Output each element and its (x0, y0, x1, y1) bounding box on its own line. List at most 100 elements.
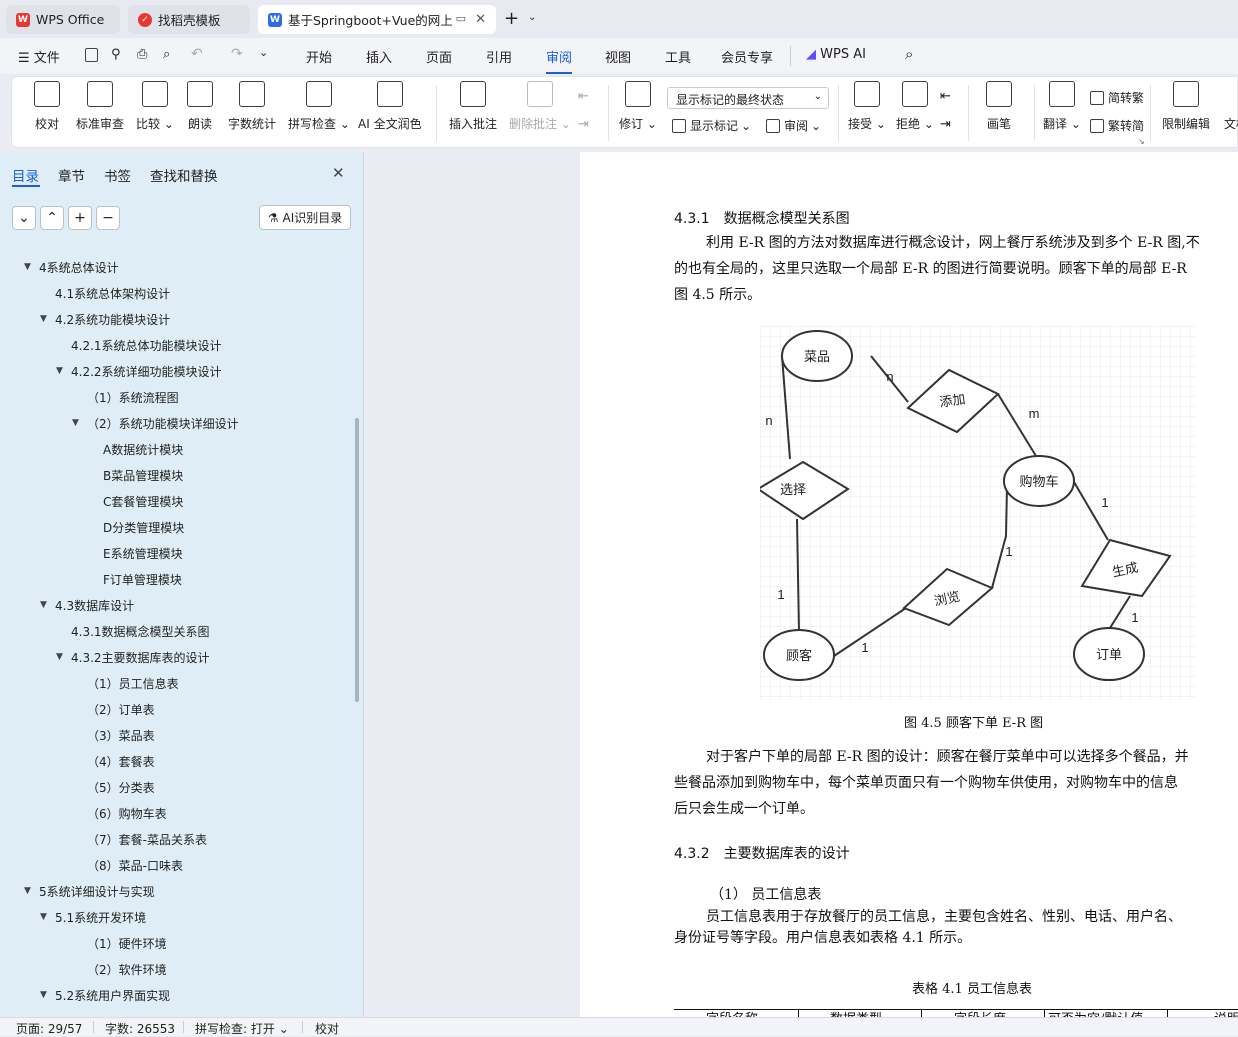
simplified-to-traditional-button[interactable]: 简转繁 (1090, 89, 1144, 106)
tab-template[interactable]: ✓ 找稻壳模板 (128, 5, 250, 34)
new-tab-plus-icon[interactable]: + (504, 8, 519, 29)
sidebar-tab-toc[interactable]: 目录 (12, 165, 39, 185)
expand-up-button[interactable]: ⌃ (40, 206, 64, 230)
toc-item[interactable]: （7）套餐-菜品关系表 (87, 831, 207, 848)
toc-item[interactable]: 5.1系统开发环境 (55, 909, 146, 926)
toc-item[interactable]: （8）菜品-口味表 (87, 857, 183, 874)
menu-insert[interactable]: 插入 (366, 47, 392, 66)
quick-access-more-icon[interactable]: ⌄ (259, 46, 268, 59)
remove-heading-button[interactable]: − (96, 206, 120, 230)
ai-recognize-toc-button[interactable]: ⚗ AI识别目录 (259, 205, 351, 230)
toc-item[interactable]: B菜品管理模块 (103, 467, 183, 484)
word-count-indicator[interactable]: 字数: 26553 (105, 1020, 175, 1037)
print-icon[interactable]: ⎙ (137, 47, 147, 62)
monitor-icon[interactable]: ▭ (456, 12, 466, 25)
toc-item[interactable]: （2）系统功能模块详细设计 (87, 415, 239, 432)
word-count-button[interactable]: 字数统计 (228, 81, 276, 132)
tab-wps-office[interactable]: W WPS Office (6, 5, 120, 34)
expand-triangle-icon[interactable]: ▼ (40, 990, 47, 1000)
proofread-button[interactable]: 校对 (34, 81, 60, 132)
toc-item[interactable]: （2）软件环境 (87, 961, 167, 978)
toc-item[interactable]: D分类管理模块 (103, 519, 184, 536)
translate-button[interactable]: 翻译 ⌄ (1043, 81, 1081, 132)
pen-button[interactable]: 画笔 (986, 81, 1012, 132)
toc-item[interactable]: 4.2系统功能模块设计 (55, 311, 170, 328)
spell-check-indicator[interactable]: 拼写检查: 打开 ⌄ (195, 1020, 289, 1037)
tab-document[interactable]: W 基于Springboot+Vue的网上 ▭ ✕ (258, 5, 496, 34)
collapse-all-button[interactable]: ⌄ (12, 206, 36, 230)
read-aloud-button[interactable]: 朗读 (187, 81, 213, 132)
expand-group-icon[interactable]: ↘ (1138, 137, 1145, 146)
redo-icon[interactable]: ↷ (231, 46, 243, 62)
close-icon[interactable]: ✕ (332, 164, 345, 182)
toc-item[interactable]: 4.2.2系统详细功能模块设计 (71, 363, 222, 380)
expand-triangle-icon[interactable]: ▼ (24, 886, 31, 896)
print-preview-icon[interactable]: ⌕ (163, 47, 170, 62)
menu-membership[interactable]: 会员专享 (721, 47, 773, 66)
toc-item[interactable]: 4.2.1系统总体功能模块设计 (71, 337, 222, 354)
toc-item[interactable]: 5系统详细设计与实现 (39, 883, 155, 900)
show-marks-button[interactable]: 显示标记 ⌄ (672, 117, 751, 134)
document-page[interactable]: 4.3.1 数据概念模型关系图 利用 E-R 图的方法对数据库进行概念设计，网上… (580, 152, 1238, 1017)
delete-comment-button[interactable]: 删除批注 ⌄ (509, 81, 571, 132)
chevron-down-icon[interactable]: ⌄ (528, 12, 536, 23)
sidebar-tab-find-replace[interactable]: 查找和替换 (150, 165, 218, 185)
review-pane-button[interactable]: 审阅 ⌄ (766, 117, 821, 134)
toc-item[interactable]: （1）系统流程图 (87, 389, 179, 406)
spell-check-button[interactable]: 拼写检查 ⌄ (288, 81, 350, 132)
revise-button[interactable]: 修订 ⌄ (619, 81, 657, 132)
sidebar-tab-bookmarks[interactable]: 书签 (104, 165, 131, 185)
toc-item[interactable]: （6）购物车表 (87, 805, 167, 822)
share-icon[interactable]: ⚲ (111, 47, 121, 62)
ai-polish-button[interactable]: AI 全文润色 (358, 81, 422, 132)
toc-item[interactable]: E系统管理模块 (103, 545, 183, 562)
search-icon[interactable]: ⌕ (905, 45, 913, 63)
toc-item[interactable]: （2）订单表 (87, 701, 155, 718)
toc-item[interactable]: C套餐管理模块 (103, 493, 183, 510)
previous-change-icon[interactable]: ⇤ (940, 89, 951, 104)
expand-triangle-icon[interactable]: ▼ (72, 418, 79, 428)
expand-triangle-icon[interactable]: ▼ (40, 314, 47, 324)
traditional-to-simplified-button[interactable]: 繁转简 (1090, 117, 1144, 134)
expand-triangle-icon[interactable]: ▼ (40, 912, 47, 922)
toc-item[interactable]: F订单管理模块 (103, 571, 182, 588)
sidebar-tab-chapters[interactable]: 章节 (58, 165, 85, 185)
toc-item[interactable]: 5.2系统用户界面实现 (55, 987, 170, 1004)
close-icon[interactable]: ✕ (475, 12, 486, 27)
standard-review-button[interactable]: 标准审查 (76, 81, 124, 132)
toc-item[interactable]: （4）套餐表 (87, 753, 155, 770)
accept-button[interactable]: 接受 ⌄ (848, 81, 886, 132)
restrict-edit-button[interactable]: 限制编辑 (1162, 81, 1210, 132)
menu-wps-ai[interactable]: ◢ WPS AI (806, 47, 866, 62)
toc-item[interactable]: 4.3.1数据概念模型关系图 (71, 623, 210, 640)
display-mode-select[interactable]: 显示标记的最终状态 ⌄ (667, 87, 829, 109)
toc-item[interactable]: 4.3.2主要数据库表的设计 (71, 649, 210, 666)
menu-reference[interactable]: 引用 (486, 47, 512, 66)
sidebar-scrollbar[interactable] (355, 418, 359, 702)
toc-item[interactable]: A数据统计模块 (103, 441, 183, 458)
expand-triangle-icon[interactable]: ▼ (56, 652, 63, 662)
save-icon[interactable] (85, 48, 98, 62)
compare-button[interactable]: 比较 ⌄ (136, 81, 174, 132)
next-change-icon[interactable]: ⇥ (940, 117, 951, 132)
document-more-button[interactable]: 文档 (1224, 81, 1238, 132)
insert-comment-button[interactable]: 插入批注 (449, 81, 497, 132)
menu-view[interactable]: 视图 (605, 47, 631, 66)
expand-triangle-icon[interactable]: ▼ (56, 366, 63, 376)
reject-button[interactable]: 拒绝 ⌄ (896, 81, 934, 132)
add-heading-button[interactable]: + (68, 206, 92, 230)
toc-item[interactable]: 4系统总体设计 (39, 259, 119, 276)
menu-start[interactable]: 开始 (306, 47, 332, 66)
toc-item[interactable]: （5）分类表 (87, 779, 155, 796)
previous-comment-icon[interactable]: ⇤ (578, 89, 589, 104)
toc-item[interactable]: （1）员工信息表 (87, 675, 179, 692)
toc-item[interactable]: （3）菜品表 (87, 727, 155, 744)
toc-item[interactable]: （1）硬件环境 (87, 935, 167, 952)
menu-review[interactable]: 审阅 (546, 47, 573, 74)
expand-triangle-icon[interactable]: ▼ (24, 262, 31, 272)
menu-file[interactable]: ☰ 文件 (18, 47, 60, 66)
next-comment-icon[interactable]: ⇥ (578, 117, 589, 132)
undo-icon[interactable]: ↶ (191, 46, 203, 62)
page-indicator[interactable]: 页面: 29/57 (16, 1020, 82, 1037)
toc-item[interactable]: 4.1系统总体架构设计 (55, 285, 170, 302)
